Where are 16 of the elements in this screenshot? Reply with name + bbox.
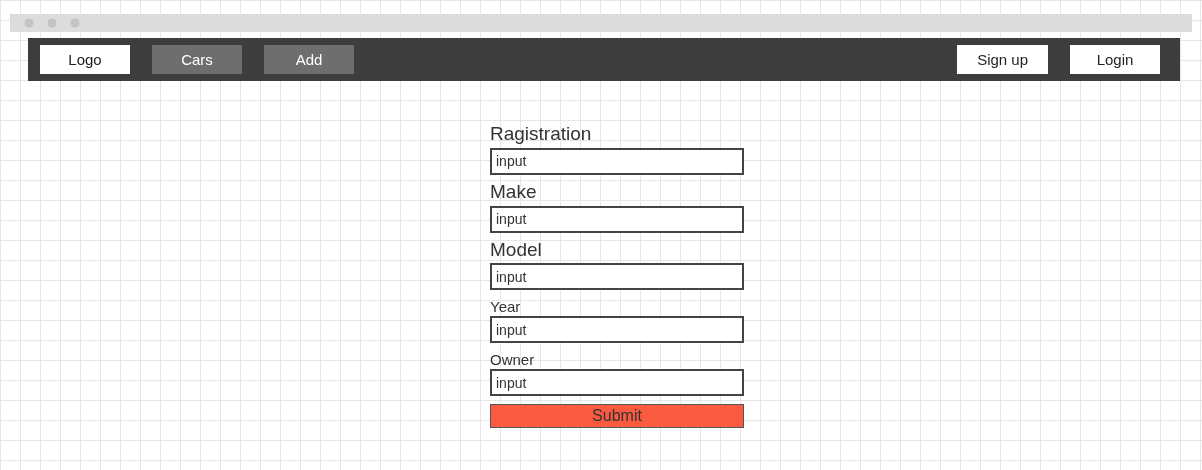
input-field[interactable]: input	[490, 147, 744, 175]
input-field[interactable]: input	[490, 369, 744, 397]
nav-button[interactable]: Add	[264, 45, 354, 74]
input-field[interactable]: input	[490, 205, 744, 233]
input-field[interactable]: input	[490, 316, 744, 344]
nav-button[interactable]: Login	[1070, 45, 1160, 74]
field-label: Ragistration	[490, 123, 592, 146]
submit-button[interactable]: Submit	[490, 404, 744, 429]
nav-button[interactable]: Cars	[152, 45, 242, 74]
field-label: Owner	[490, 351, 535, 370]
nav-button[interactable]: Sign up	[957, 45, 1048, 74]
input-field[interactable]: input	[490, 263, 744, 291]
nav-button[interactable]: Logo	[40, 45, 130, 74]
field-label: Make	[490, 180, 537, 204]
field-label: Year	[490, 298, 521, 317]
field-label: Model	[490, 238, 542, 262]
